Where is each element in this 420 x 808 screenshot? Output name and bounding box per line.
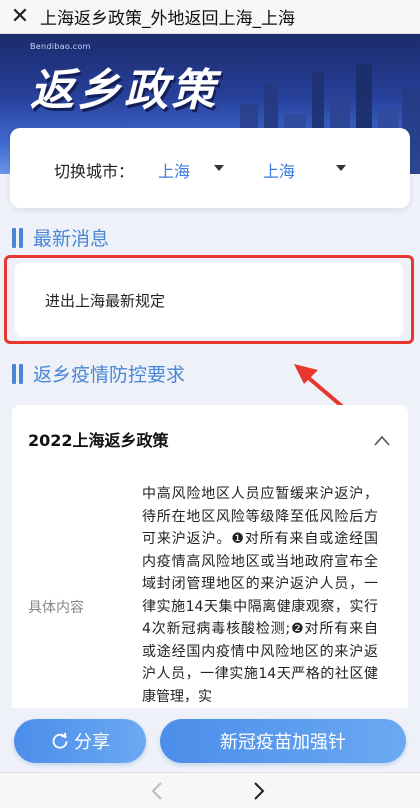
province-select[interactable]: 上海 <box>158 158 190 182</box>
chevron-up-icon[interactable] <box>374 433 390 449</box>
section-title: 返乡疫情防控要求 <box>33 364 186 386</box>
highlight-box: 进出上海最新规定 <box>4 255 414 344</box>
policy-content: 中高风险地区人员应暂缓来沪返沪，待所在地区风险等级降至低风险后方可来沪返沪。❶对… <box>142 486 378 705</box>
share-button[interactable]: 分享 <box>14 719 146 763</box>
banner-headline: 返乡政策 <box>30 65 218 116</box>
section-latest-news: 最新消息 <box>12 224 109 251</box>
booster-vaccine-button[interactable]: 新冠疫苗加强针 <box>160 719 406 763</box>
share-button-label: 分享 <box>74 732 110 753</box>
city-selector-label: 切换城市： <box>54 162 135 181</box>
forward-icon[interactable] <box>252 781 266 801</box>
browser-navbar <box>0 772 420 808</box>
browser-topbar: ✕ 上海返乡政策_外地返回上海_上海 <box>0 0 420 34</box>
section-epidemic-requirements: 返乡疫情防控要求 <box>12 360 185 387</box>
site-watermark: Bendibao.com <box>30 42 91 51</box>
news-item-card[interactable]: 进出上海最新规定 <box>15 262 403 337</box>
section-title: 最新消息 <box>33 228 110 250</box>
chevron-down-icon[interactable] <box>214 165 224 171</box>
bottom-action-bar: 分享 新冠疫苗加强针 <box>0 708 420 772</box>
policy-card-title: 2022上海返乡政策 <box>28 431 169 450</box>
chevron-down-icon[interactable] <box>336 165 346 171</box>
news-item-link[interactable]: 进出上海最新规定 <box>45 290 165 311</box>
page-title: 上海返乡政策_外地返回上海_上海 <box>40 9 295 29</box>
booster-button-label: 新冠疫苗加强针 <box>220 732 346 753</box>
city-selector-card: 切换城市： 上海 上海 <box>10 128 410 208</box>
policy-card: 2022上海返乡政策 具体内容 中高风险地区人员应暂缓来沪返沪，待所在地区风险等… <box>12 405 408 725</box>
section-marker-icon <box>12 227 23 248</box>
back-icon[interactable] <box>150 781 164 801</box>
content-label: 具体内容 <box>28 600 84 616</box>
share-icon <box>52 732 68 749</box>
section-marker-icon <box>12 363 23 384</box>
city-select[interactable]: 上海 <box>263 158 295 182</box>
close-icon[interactable]: ✕ <box>0 0 40 34</box>
